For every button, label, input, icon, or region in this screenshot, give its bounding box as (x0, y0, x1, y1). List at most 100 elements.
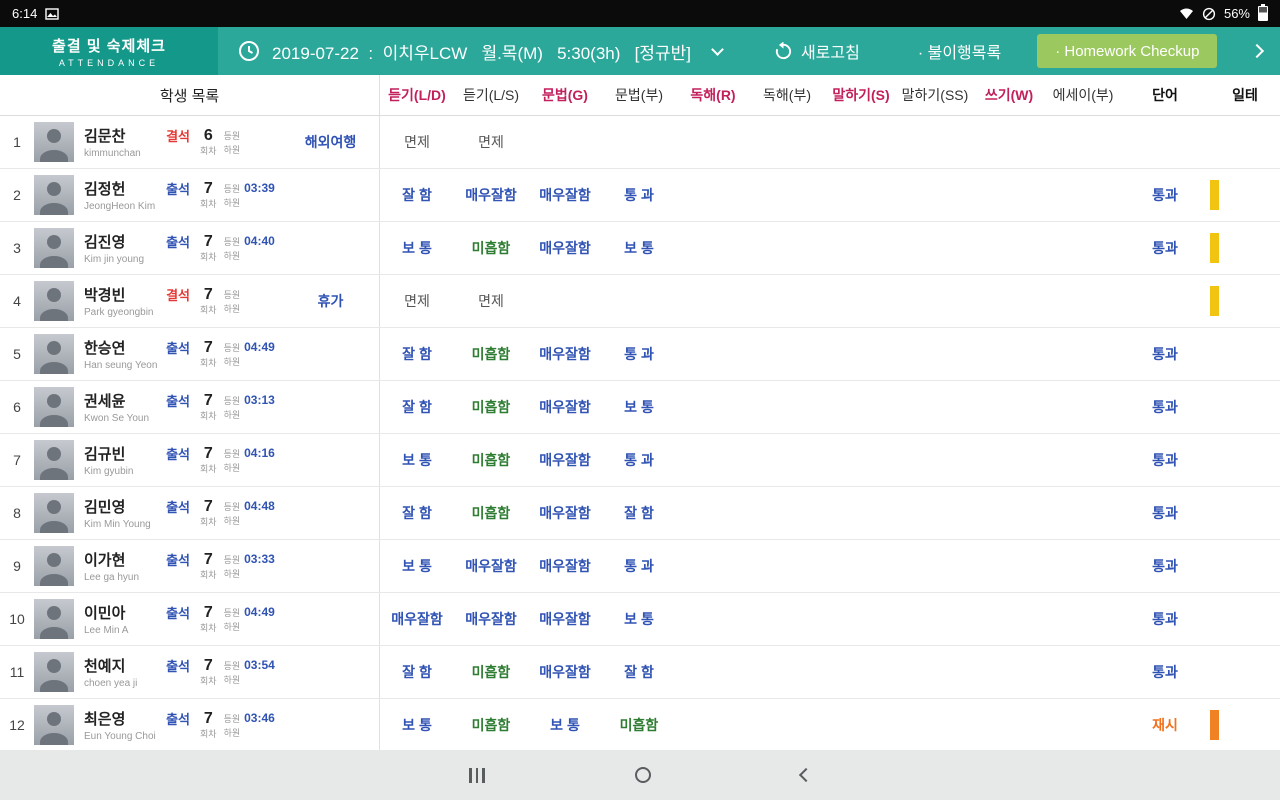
grade-cell[interactable]: 미흡함 (602, 699, 676, 751)
student-row[interactable]: 10 이민아 출석 Lee Min A 7 회차 등원 04:49 하원 매우잘함 매우잘함 매우잘함… (0, 593, 1280, 646)
grade-cell[interactable]: 매우잘함 (528, 169, 602, 221)
daily-test-cell[interactable] (1210, 699, 1280, 751)
grade-cell[interactable] (1046, 593, 1120, 645)
grade-cell[interactable] (824, 646, 898, 698)
grade-cell[interactable] (898, 646, 972, 698)
grade-cell[interactable] (1046, 328, 1120, 380)
grade-cell[interactable]: 통 과 (602, 328, 676, 380)
word-test-cell[interactable]: 재시 (1120, 699, 1210, 751)
grade-cell[interactable] (898, 593, 972, 645)
grade-cell[interactable]: 잘 함 (380, 169, 454, 221)
grade-cell[interactable]: 매우잘함 (528, 381, 602, 433)
grade-cell[interactable]: 보 통 (602, 381, 676, 433)
grade-cell[interactable] (676, 328, 750, 380)
grade-cell[interactable]: 매우잘함 (528, 222, 602, 274)
grade-cell[interactable] (750, 487, 824, 539)
grade-cell[interactable] (1046, 222, 1120, 274)
grade-cell[interactable]: 매우잘함 (528, 646, 602, 698)
grade-cell[interactable] (1046, 646, 1120, 698)
grade-cell[interactable] (898, 699, 972, 751)
grade-cell[interactable] (1046, 434, 1120, 486)
grade-cell[interactable] (676, 646, 750, 698)
grade-cell[interactable]: 미흡함 (454, 699, 528, 751)
refresh-button[interactable]: 새로고침 (774, 39, 860, 63)
grade-cell[interactable] (750, 275, 824, 327)
grade-cell[interactable]: 보 통 (602, 593, 676, 645)
daily-test-cell[interactable] (1210, 381, 1280, 433)
grade-cell[interactable] (750, 116, 824, 168)
grade-cell[interactable]: 잘 함 (602, 487, 676, 539)
grade-cell[interactable] (972, 434, 1046, 486)
student-row[interactable]: 9 이가현 출석 Lee ga hyun 7 회차 등원 03:33 하원 보 통 매우잘함 매우잘함… (0, 540, 1280, 593)
grade-cell[interactable]: 미흡함 (454, 222, 528, 274)
grade-cell[interactable]: 면제 (454, 116, 528, 168)
grade-cell[interactable] (750, 699, 824, 751)
grade-cell[interactable] (676, 169, 750, 221)
grade-cell[interactable] (750, 222, 824, 274)
grade-cell[interactable] (972, 275, 1046, 327)
grade-cell[interactable] (824, 222, 898, 274)
grade-cell[interactable] (750, 169, 824, 221)
grade-cell[interactable]: 매우잘함 (454, 540, 528, 592)
word-test-cell[interactable]: 통과 (1120, 487, 1210, 539)
grade-cell[interactable] (602, 275, 676, 327)
grade-cell[interactable] (676, 381, 750, 433)
grade-cell[interactable]: 잘 함 (602, 646, 676, 698)
student-row[interactable]: 11 천예지 출석 choen yea ji 7 회차 등원 03:54 하원 잘 함 미흡함 매우잘… (0, 646, 1280, 699)
grade-cell[interactable] (972, 328, 1046, 380)
grade-cell[interactable] (676, 593, 750, 645)
home-button[interactable] (634, 767, 651, 783)
grade-cell[interactable] (972, 699, 1046, 751)
word-test-cell[interactable] (1120, 116, 1210, 168)
grade-cell[interactable] (1046, 116, 1120, 168)
daily-test-cell[interactable] (1210, 646, 1280, 698)
word-test-cell[interactable]: 통과 (1120, 646, 1210, 698)
grade-cell[interactable] (1046, 699, 1120, 751)
grade-cell[interactable]: 미흡함 (454, 487, 528, 539)
grade-cell[interactable] (528, 275, 602, 327)
student-row[interactable]: 6 권세윤 출석 Kwon Se Youn 7 회차 등원 03:13 하원 잘 함 미흡함 매우잘함… (0, 381, 1280, 434)
grade-cell[interactable] (972, 593, 1046, 645)
daily-test-cell[interactable] (1210, 169, 1280, 221)
student-row[interactable]: 4 박경빈 결석 Park gyeongbin 7 회차 등원 하원 휴가 면제 면제 (0, 275, 1280, 328)
grade-cell[interactable]: 미흡함 (454, 646, 528, 698)
grade-cell[interactable] (1046, 381, 1120, 433)
grade-cell[interactable] (1046, 275, 1120, 327)
grade-cell[interactable] (972, 540, 1046, 592)
grade-cell[interactable]: 매우잘함 (454, 593, 528, 645)
grade-cell[interactable] (750, 593, 824, 645)
word-test-cell[interactable]: 통과 (1120, 540, 1210, 592)
grade-cell[interactable] (676, 487, 750, 539)
word-test-cell[interactable]: 통과 (1120, 434, 1210, 486)
attendance-status[interactable]: 출석 (166, 444, 190, 463)
grade-cell[interactable]: 보 통 (528, 699, 602, 751)
grade-cell[interactable]: 잘 함 (380, 328, 454, 380)
grade-cell[interactable]: 통 과 (602, 169, 676, 221)
chevron-right-icon[interactable] (1249, 43, 1265, 59)
grade-cell[interactable]: 매우잘함 (528, 487, 602, 539)
grade-cell[interactable] (898, 434, 972, 486)
attendance-status[interactable]: 결석 (166, 285, 190, 304)
chevron-down-icon[interactable] (711, 42, 724, 56)
grade-cell[interactable] (972, 116, 1046, 168)
grade-cell[interactable] (972, 487, 1046, 539)
attendance-status[interactable]: 출석 (166, 232, 190, 251)
grade-cell[interactable] (750, 540, 824, 592)
grade-cell[interactable] (824, 540, 898, 592)
grade-cell[interactable]: 매우잘함 (380, 593, 454, 645)
daily-test-cell[interactable] (1210, 275, 1280, 327)
grade-cell[interactable] (898, 169, 972, 221)
grade-cell[interactable]: 매우잘함 (528, 540, 602, 592)
grade-cell[interactable] (676, 222, 750, 274)
grade-cell[interactable]: 잘 함 (380, 381, 454, 433)
grade-cell[interactable] (750, 328, 824, 380)
grade-cell[interactable] (1046, 169, 1120, 221)
grade-cell[interactable] (898, 116, 972, 168)
daily-test-cell[interactable] (1210, 328, 1280, 380)
grade-cell[interactable] (824, 169, 898, 221)
grade-cell[interactable] (824, 699, 898, 751)
grade-cell[interactable]: 미흡함 (454, 434, 528, 486)
grade-cell[interactable]: 잘 함 (380, 646, 454, 698)
grade-cell[interactable]: 미흡함 (454, 328, 528, 380)
grade-cell[interactable] (972, 169, 1046, 221)
